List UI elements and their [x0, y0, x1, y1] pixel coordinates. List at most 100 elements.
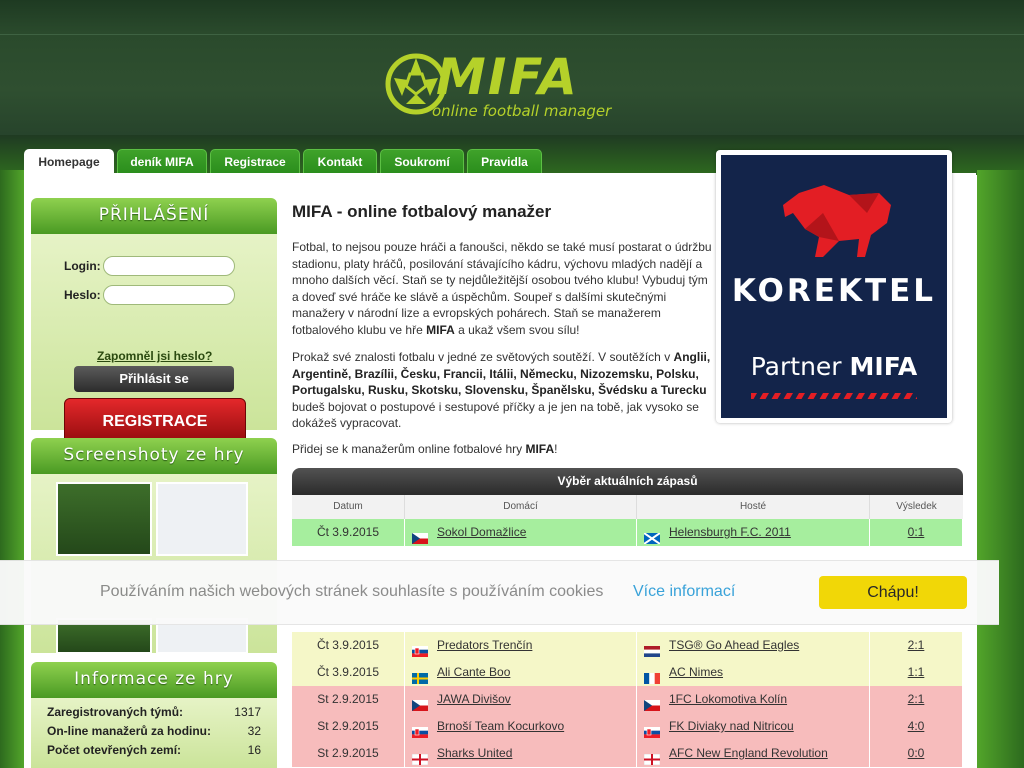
info-label: On-line manažerů za hodinu: — [47, 724, 212, 738]
home-team-link[interactable]: JAWA Divišov — [405, 686, 637, 713]
cookie-accept-button[interactable]: Chápu! — [819, 576, 967, 609]
login-label: Login: — [64, 259, 101, 273]
match-row: Čt 3.9.2015 Sokol Domažlice Helensburgh F.… — [292, 519, 963, 546]
password-label: Heslo: — [64, 288, 101, 302]
match-result-link[interactable]: 4:0 — [870, 713, 963, 740]
match-result-link[interactable]: 2:1 — [870, 686, 963, 713]
tab-kontakt[interactable]: Kontakt — [303, 149, 377, 174]
login-body: Login: Heslo: Zapomněl jsi heslo? Přihlá… — [31, 234, 277, 446]
country-flag-icon — [412, 721, 428, 738]
column-date: Datum — [292, 495, 405, 519]
away-team-link[interactable]: AFC New England Revolution — [637, 740, 870, 767]
info-row: Počet otevřených zemí: 16 — [47, 741, 261, 759]
country-flag-icon — [644, 694, 660, 711]
intro-paragraph: Fotbal, to nejsou pouze hráči a fanoušci… — [292, 239, 712, 339]
matches-title: Výběr aktuálních zápasů — [292, 468, 963, 495]
brand-mention: MIFA — [426, 322, 455, 337]
brand-mention: MIFA — [525, 442, 555, 456]
country-flag-icon — [643, 748, 661, 766]
page-title: MIFA - online fotbalový manažer — [292, 202, 552, 221]
tab-homepage[interactable]: Homepage — [24, 149, 114, 176]
match-row: St 2.9.2015 Brnoší Team Kocurkovo FK Divia… — [292, 713, 963, 740]
home-team-link[interactable]: Brnoší Team Kocurkovo — [405, 713, 637, 740]
country-flag-icon — [412, 640, 428, 657]
screenshot-thumbnail[interactable] — [56, 482, 152, 556]
home-team-link[interactable]: Predators Trenčín — [405, 632, 637, 659]
match-row: Čt 3.9.2015 Predators Trenčín TSG® Go Ahea… — [292, 632, 963, 659]
partner-bold: MIFA — [849, 352, 918, 381]
game-info-title: Informace ze hry — [31, 662, 277, 698]
match-date: Čt 3.9.2015 — [292, 632, 405, 659]
country-flag-icon — [412, 667, 428, 684]
country-flag-icon — [644, 667, 660, 684]
match-result-link[interactable]: 2:1 — [870, 632, 963, 659]
country-flag-icon — [643, 527, 661, 545]
bull-icon — [783, 185, 891, 257]
match-date: Čt 3.9.2015 — [292, 659, 405, 686]
match-result-link[interactable]: 1:1 — [870, 659, 963, 686]
info-value: 1317 — [234, 705, 261, 719]
away-team-link[interactable]: 1FC Lokomotiva Kolín — [637, 686, 870, 713]
home-team-name: Sharks United — [437, 746, 513, 760]
away-team-name: AFC New England Revolution — [669, 746, 828, 760]
match-date: St 2.9.2015 — [292, 686, 405, 713]
cookie-bar: Používáním našich webových stránek souhl… — [0, 560, 999, 625]
partner-banner[interactable]: KOREKTEL Partner MIFA — [716, 150, 952, 423]
match-result-link[interactable]: 0:1 — [870, 519, 963, 546]
login-title: PŘIHLÁŠENÍ — [31, 198, 277, 234]
info-label: Zaregistrovaných týmů: — [47, 705, 184, 719]
away-team-link[interactable]: AC Nimes — [637, 659, 870, 686]
screenshots-title: Screenshoty ze hry — [31, 438, 277, 474]
banner-stripes — [751, 393, 917, 399]
logo-text: MIFA — [436, 48, 579, 106]
tab-soukromi[interactable]: Soukromí — [380, 149, 464, 174]
away-team-name: FK Diviaky nad Nitricou — [669, 719, 794, 733]
right-background-stripe — [977, 170, 1024, 768]
country-flag-icon — [412, 694, 428, 711]
screenshot-thumbnail[interactable] — [156, 482, 248, 556]
game-info-body: Zaregistrovaných týmů: 1317 On-line mana… — [31, 698, 277, 768]
partner-word: Partner — [750, 352, 842, 381]
tab-pravidla[interactable]: Pravidla — [467, 149, 542, 174]
info-row: Zaregistrovaných týmů: 1317 — [47, 703, 261, 721]
match-date: St 2.9.2015 — [292, 713, 405, 740]
away-team-link[interactable]: TSG® Go Ahead Eagles — [637, 632, 870, 659]
match-date: Čt 3.9.2015 — [292, 519, 405, 546]
away-team-name: 1FC Lokomotiva Kolín — [669, 692, 788, 706]
country-flag-icon — [644, 640, 660, 657]
tab-denik[interactable]: deník MIFA — [117, 149, 207, 174]
column-result: Výsledek — [870, 495, 963, 519]
partner-label: Partner MIFA — [721, 352, 947, 381]
home-team-link[interactable]: Sokol Domažlice — [405, 519, 637, 546]
country-flag-icon — [411, 748, 429, 766]
away-team-link[interactable]: Helensburgh F.C. 2011 — [637, 519, 870, 546]
competitions-paragraph: Prokaž své znalosti fotbalu v jedné ze s… — [292, 349, 712, 432]
tab-registrace[interactable]: Registrace — [210, 149, 300, 174]
join-paragraph: Přidej se k manažerům online fotbalové h… — [292, 441, 712, 458]
forgot-password-link[interactable]: Zapomněl jsi heslo? — [97, 349, 212, 363]
info-label: Počet otevřených zemí: — [47, 743, 182, 757]
match-date: St 2.9.2015 — [292, 740, 405, 767]
home-team-name: Sokol Domažlice — [437, 525, 527, 539]
login-input[interactable] — [103, 256, 235, 276]
intro-text-end: a ukaž všem svou sílu! — [458, 322, 580, 337]
join-text-end: ! — [554, 442, 558, 456]
join-text: Přidej se k manažerům online fotbalové h… — [292, 442, 523, 456]
info-value: 16 — [247, 743, 261, 757]
cookie-more-info-link[interactable]: Více informací — [633, 583, 735, 601]
home-team-name: JAWA Divišov — [437, 692, 511, 706]
home-team-link[interactable]: Sharks United — [405, 740, 637, 767]
site-logo[interactable]: MIFA online football manager — [384, 48, 624, 125]
match-row: St 2.9.2015 JAWA Divišov 1FC Lokomotiva Ko… — [292, 686, 963, 713]
home-team-link[interactable]: Ali Cante Boo — [405, 659, 637, 686]
match-result-link[interactable]: 0:0 — [870, 740, 963, 767]
home-team-name: Brnoší Team Kocurkovo — [437, 719, 565, 733]
login-box: PŘIHLÁŠENÍ Login: Heslo: Zapomněl jsi he… — [31, 198, 277, 446]
column-away: Hosté — [637, 495, 870, 519]
away-team-name: Helensburgh F.C. 2011 — [669, 525, 791, 539]
login-button[interactable]: Přihlásit se — [74, 366, 234, 392]
competitions-text: Prokaž své znalosti fotbalu v jedné ze s… — [292, 350, 671, 364]
password-input[interactable] — [103, 285, 235, 305]
away-team-link[interactable]: FK Diviaky nad Nitricou — [637, 713, 870, 740]
country-flag-icon — [412, 527, 428, 544]
